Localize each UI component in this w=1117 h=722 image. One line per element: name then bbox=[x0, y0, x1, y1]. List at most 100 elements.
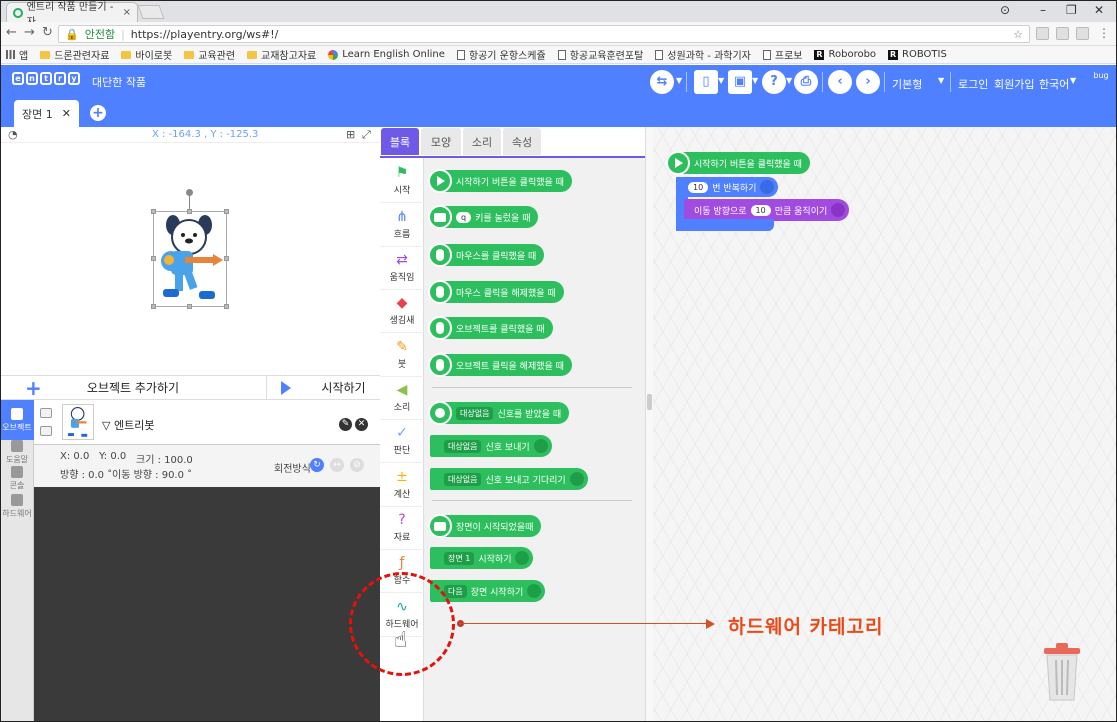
key-select[interactable]: q bbox=[456, 211, 472, 223]
tab-sounds[interactable]: 소리 bbox=[463, 128, 501, 155]
delete-icon[interactable]: ✕ bbox=[355, 418, 368, 431]
scene-tab[interactable]: 장면 1 ✕ bbox=[14, 100, 79, 127]
signal-select[interactable]: 대상없음 bbox=[456, 406, 494, 420]
script-when-start-clicked[interactable]: 시작하기 버튼을 클릭했을 때 bbox=[666, 151, 810, 175]
block-when-start-clicked[interactable]: 시작하기 버튼을 클릭했을 때 bbox=[428, 169, 572, 193]
category-flow[interactable]: ⋔ 흐름 bbox=[380, 204, 424, 247]
eye-icon[interactable] bbox=[40, 408, 52, 418]
language-select[interactable]: 한국어 bbox=[1039, 76, 1069, 92]
chevron-down-icon[interactable]: ▼ bbox=[938, 76, 944, 85]
move-amount-input[interactable]: 10 bbox=[750, 204, 771, 216]
bookmark-link[interactable]: R ROBOTIS bbox=[888, 49, 947, 60]
object-direction[interactable]: 방향 : 0.0 ˚ bbox=[60, 466, 112, 481]
bookmark-link[interactable]: 항공기 운항스케쥴 bbox=[456, 47, 546, 62]
category-start[interactable]: ⚑ 시작 bbox=[380, 160, 424, 203]
block-when-scene-started[interactable]: 장면이 시작되었을때 bbox=[428, 514, 542, 538]
close-icon[interactable]: ✕ bbox=[62, 107, 71, 120]
category-brush[interactable]: ✎ 붓 bbox=[380, 334, 424, 377]
fullscreen-icon[interactable]: ⤢ bbox=[362, 128, 371, 142]
extension-icon[interactable] bbox=[1036, 27, 1049, 40]
object-size[interactable]: 크기 : 100.0 bbox=[136, 451, 193, 466]
chevron-down-icon[interactable]: ▼ bbox=[718, 76, 724, 85]
block-when-key-pressed[interactable]: q 키를 눌렀을 때 bbox=[428, 205, 539, 229]
object-y[interactable]: Y: 0.0 bbox=[99, 451, 126, 462]
bookmark-folder[interactable]: 교재참고자료 bbox=[247, 47, 316, 62]
panel-resize-grip[interactable] bbox=[647, 394, 652, 410]
bookmark-link[interactable]: R Roborobo bbox=[814, 49, 876, 60]
rotate-free-icon[interactable]: ↻ bbox=[310, 458, 324, 472]
maximize-button[interactable]: ❐ bbox=[1066, 3, 1077, 17]
bookmark-folder[interactable]: 교육관련 bbox=[184, 47, 235, 62]
minimize-button[interactable]: – bbox=[1040, 3, 1046, 17]
save-icon[interactable]: ▣ bbox=[728, 70, 752, 94]
tab-properties[interactable]: 속성 bbox=[503, 128, 541, 155]
bookmark-folder[interactable]: 드론관련자료 bbox=[40, 47, 109, 62]
rotation-handle[interactable] bbox=[186, 189, 193, 196]
bookmark-link[interactable]: 프로보 bbox=[762, 47, 802, 62]
speed-gauge-icon[interactable]: ◔ bbox=[8, 128, 18, 141]
signal-select[interactable]: 대상없음 bbox=[444, 439, 482, 453]
rotate-none-icon[interactable]: ⊘ bbox=[350, 458, 364, 472]
save-online-icon[interactable]: ⇆ bbox=[650, 70, 674, 94]
bookmark-apps[interactable]: 앱 bbox=[6, 47, 28, 62]
bookmark-star-icon[interactable]: ☆ bbox=[1013, 28, 1023, 41]
lock-icon[interactable] bbox=[40, 426, 52, 436]
edit-icon[interactable]: ✎ bbox=[339, 418, 352, 431]
block-send-signal[interactable]: 대상없음 신호 보내기 bbox=[430, 435, 552, 457]
tab-shapes[interactable]: 모양 bbox=[421, 128, 461, 155]
scene-select[interactable]: 장면 1 bbox=[444, 551, 475, 565]
entrybot-sprite[interactable] bbox=[155, 213, 225, 305]
chevron-down-icon[interactable]: ▼ bbox=[676, 76, 682, 85]
category-data[interactable]: ? 자료 bbox=[380, 507, 424, 550]
new-file-icon[interactable]: ▯ bbox=[694, 70, 718, 94]
trash-icon[interactable] bbox=[1043, 642, 1081, 702]
project-title[interactable]: 대단한 작품 bbox=[92, 74, 146, 90]
undo-icon[interactable]: ‹ bbox=[828, 70, 852, 94]
print-icon[interactable]: ⎙ bbox=[794, 70, 818, 94]
login-link[interactable]: 로그인 bbox=[958, 76, 988, 92]
block-send-signal-wait[interactable]: 대상없음 신호 보내고 기다리기 bbox=[430, 468, 588, 490]
object-name[interactable]: ▽ 엔트리봇 bbox=[102, 417, 154, 433]
object-x[interactable]: X: 0.0 bbox=[60, 451, 89, 462]
chevron-down-icon[interactable]: ▼ bbox=[752, 76, 758, 85]
grid-icon[interactable]: ⊞ bbox=[346, 128, 355, 141]
category-judgement[interactable]: ✓ 판단 bbox=[380, 420, 424, 463]
chevron-down-icon[interactable]: ▼ bbox=[786, 76, 792, 85]
profile-icon[interactable]: ⊙ bbox=[1000, 3, 1010, 17]
object-move-direction[interactable]: 이동 방향 : 90.0 ˚ bbox=[112, 466, 192, 481]
bookmark-link[interactable]: 항공교육훈련포탈 bbox=[557, 47, 643, 62]
start-button[interactable]: 시작하기 bbox=[266, 375, 380, 400]
bookmark-folder[interactable]: 바이로봇 bbox=[121, 47, 172, 62]
chevron-down-icon[interactable]: ▼ bbox=[1070, 76, 1076, 85]
redo-icon[interactable]: › bbox=[856, 70, 880, 94]
tab-hardware[interactable]: 하드웨어 bbox=[0, 486, 34, 526]
category-calc[interactable]: ± 계산 bbox=[380, 464, 424, 507]
mode-select[interactable]: 기본형 bbox=[892, 76, 922, 92]
extension-icon[interactable] bbox=[1056, 27, 1069, 40]
signup-link[interactable]: 회원가입 bbox=[994, 76, 1034, 92]
add-scene-button[interactable]: + bbox=[90, 105, 106, 121]
reload-icon[interactable]: ↻ bbox=[42, 25, 53, 40]
forward-arrow-icon[interactable]: → bbox=[24, 25, 35, 40]
category-looks[interactable]: ◆ 생김새 bbox=[380, 290, 424, 333]
bookmark-link[interactable]: Learn English Online bbox=[328, 49, 445, 60]
block-when-mouse-clicked[interactable]: 마우스를 클릭했을 때 bbox=[428, 243, 545, 267]
block-when-object-clicked[interactable]: 오브젝트를 클릭했을 때 bbox=[428, 316, 553, 340]
block-start-scene[interactable]: 장면 1 시작하기 bbox=[430, 547, 534, 569]
category-sound[interactable]: ◀ 소리 bbox=[380, 377, 424, 420]
rotate-horizontal-icon[interactable]: ↔ bbox=[330, 458, 344, 472]
new-tab-button[interactable] bbox=[137, 5, 165, 19]
scene-direction-select[interactable]: 다음 bbox=[444, 584, 467, 598]
bug-report-button[interactable]: bug bbox=[1086, 70, 1116, 96]
signal-select[interactable]: 대상없음 bbox=[444, 472, 482, 486]
block-when-signal-received[interactable]: 대상없음 신호를 받았을 때 bbox=[428, 401, 570, 425]
script-repeat-block[interactable]: 10 번 반복하기 bbox=[676, 177, 779, 197]
tab-close-icon[interactable]: × bbox=[123, 7, 131, 18]
bookmark-link[interactable]: 성원과학 - 과학기자 bbox=[655, 47, 751, 62]
script-move-block[interactable]: 이동 방향으로 10 만큼 움직이기 bbox=[684, 199, 850, 221]
tab-blocks[interactable]: 블록 bbox=[381, 128, 419, 155]
menu-dots-icon[interactable]: ⋮ bbox=[1098, 26, 1110, 40]
browser-tab[interactable]: 엔트리 작품 만들기 - 자 × bbox=[6, 2, 138, 28]
address-input[interactable]: 🔒 안전함 | https://playentry.org/ws#!/ ☆ bbox=[58, 25, 1030, 43]
canvas-resize-handle[interactable] bbox=[645, 127, 653, 722]
